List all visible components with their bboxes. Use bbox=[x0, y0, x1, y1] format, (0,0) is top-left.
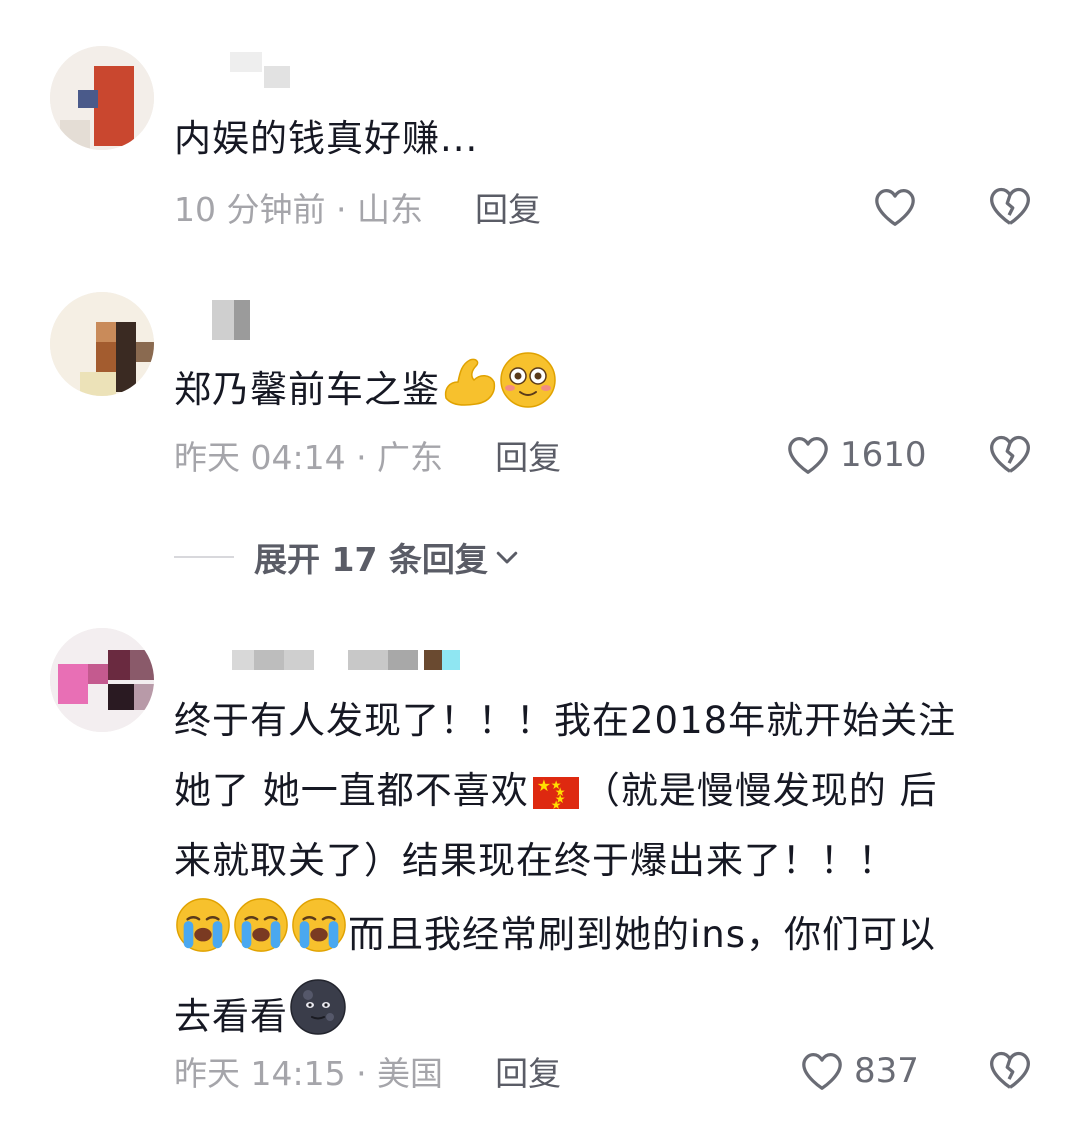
loudly-crying-face-emoji bbox=[232, 896, 290, 977]
flushed-face-emoji bbox=[498, 350, 558, 433]
comment-meta: 昨天 04:14 · 广东 回复 bbox=[174, 430, 561, 480]
comment-line: 来就取关了）结果现在终于爆出来了！！！ bbox=[174, 839, 896, 882]
comment-line: 终于有人发现了！！！我在2018年就开始关注 bbox=[174, 699, 957, 742]
comment-meta: 10 分钟前 · 山东 回复 bbox=[174, 182, 541, 232]
chevron-down-icon bbox=[496, 551, 518, 564]
comment-time-location: 昨天 04:14 · 广东 bbox=[174, 438, 444, 477]
heart-outline-icon bbox=[802, 1053, 842, 1090]
divider bbox=[174, 556, 234, 558]
comment-time-location: 10 分钟前 · 山东 bbox=[174, 190, 423, 229]
comment-meta: 昨天 14:15 · 美国 回复 bbox=[174, 1046, 561, 1096]
reply-button[interactable]: 回复 bbox=[495, 431, 561, 479]
like-count: 837 bbox=[854, 1051, 919, 1091]
comment-text-content: 郑乃馨前车之鉴 bbox=[174, 368, 440, 411]
flexed-biceps-emoji bbox=[440, 352, 498, 431]
broken-heart-icon[interactable] bbox=[988, 184, 1032, 228]
broken-heart-icon[interactable] bbox=[988, 1048, 1032, 1092]
heart-outline-icon bbox=[875, 189, 915, 226]
loudly-crying-face-emoji bbox=[290, 896, 348, 977]
like-button[interactable]: 1610 bbox=[786, 430, 927, 480]
comment-text: 终于有人发现了！！！我在2018年就开始关注 她了 她一直都不喜欢 ★ ★ ★ ★ ★ （就… bbox=[174, 686, 1054, 1060]
broken-heart-icon[interactable] bbox=[988, 432, 1032, 476]
expand-replies-label: 展开 17 条回复 bbox=[254, 540, 488, 579]
loudly-crying-face-emoji bbox=[174, 896, 232, 977]
comment-line: 而且我经常刷到她的ins，你们可以 bbox=[174, 896, 1054, 977]
avatar[interactable] bbox=[50, 628, 154, 732]
like-count: 1610 bbox=[840, 435, 927, 475]
comment-text: 内娱的钱真好赚... bbox=[174, 117, 479, 160]
like-button[interactable]: 837 bbox=[800, 1046, 919, 1096]
comment-line: 她了 她一直都不喜欢 ★ ★ ★ ★ ★ （就是慢慢发现的 后 bbox=[174, 769, 938, 812]
like-button[interactable] bbox=[873, 182, 917, 232]
china-flag-emoji: ★ ★ ★ ★ ★ bbox=[532, 776, 579, 811]
reply-button[interactable]: 回复 bbox=[495, 1047, 561, 1095]
avatar[interactable] bbox=[50, 46, 154, 150]
avatar[interactable] bbox=[50, 292, 154, 396]
expand-replies-button[interactable]: 展开 17 条回复 bbox=[174, 532, 522, 582]
heart-outline-icon bbox=[788, 437, 828, 474]
reply-button[interactable]: 回复 bbox=[475, 183, 541, 231]
comment-time-location: 昨天 14:15 · 美国 bbox=[174, 1054, 444, 1093]
comment-text: 郑乃馨前车之鉴 bbox=[174, 350, 1054, 433]
